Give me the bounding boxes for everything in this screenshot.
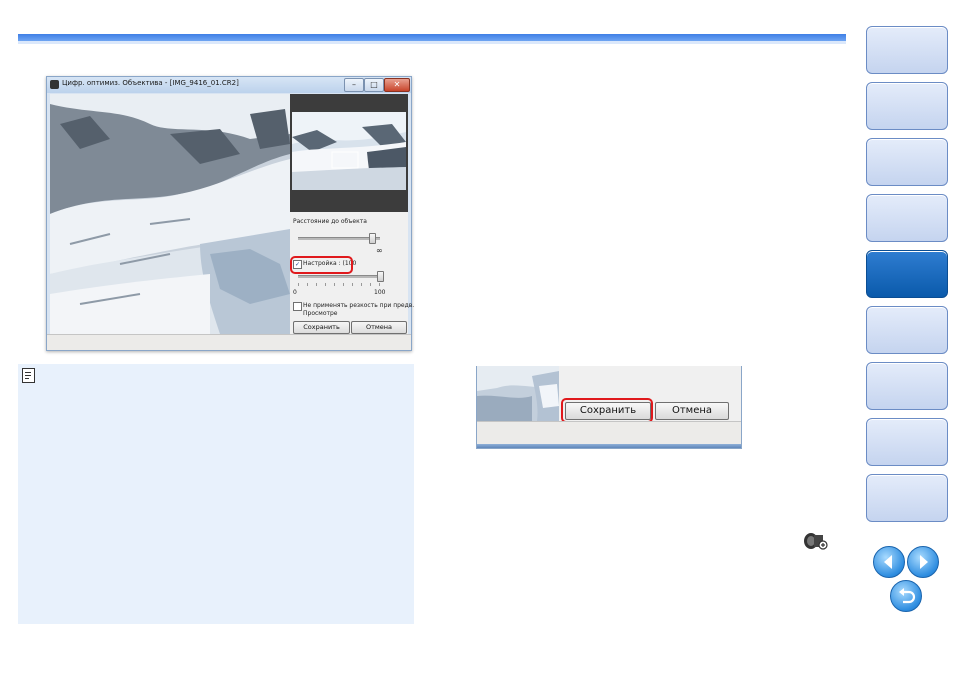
nav-tab-3[interactable] bbox=[866, 138, 948, 186]
adjust-slider-ticks bbox=[298, 283, 380, 286]
next-page-icon[interactable] bbox=[907, 546, 939, 578]
settings-panel: Расстояние до объекта ∞ ✓ Настройка : (1… bbox=[290, 94, 414, 334]
nav-tab-9[interactable] bbox=[866, 474, 948, 522]
cancel-button[interactable]: Отмена bbox=[351, 321, 407, 334]
dialog-titlebar: Цифр. оптимиз. Объектива - [IMG_9416_01.… bbox=[47, 77, 411, 93]
prev-page-icon[interactable] bbox=[873, 546, 905, 578]
nav-tab-7[interactable] bbox=[866, 362, 948, 410]
nav-tab-8[interactable] bbox=[866, 418, 948, 466]
buttons-closeup: Сохранить Отмена bbox=[476, 366, 742, 449]
dialog-title: Цифр. оптимиз. Объектива - [IMG_9416_01.… bbox=[62, 79, 239, 87]
nav-tab-2[interactable] bbox=[866, 82, 948, 130]
no-sharpness-label-2: Просмотре bbox=[303, 310, 338, 317]
nav-tab-5[interactable] bbox=[866, 250, 948, 298]
save-button[interactable]: Сохранить bbox=[293, 321, 350, 334]
closeup-cancel-button[interactable]: Отмена bbox=[655, 402, 729, 420]
glacier-preview-image[interactable] bbox=[50, 94, 290, 334]
adjust-highlight bbox=[290, 256, 353, 274]
closeup-statusbar bbox=[477, 421, 741, 444]
adjust-slider-track[interactable] bbox=[298, 275, 380, 278]
range-max: 100 bbox=[374, 289, 386, 296]
closeup-image bbox=[477, 366, 559, 421]
adjust-slider-thumb[interactable] bbox=[377, 271, 384, 282]
closeup-window-edge bbox=[477, 444, 741, 448]
distance-slider-thumb[interactable] bbox=[368, 233, 376, 244]
navigator-frame bbox=[290, 94, 408, 212]
navigator-thumbnail[interactable] bbox=[292, 112, 406, 190]
distance-infinity: ∞ bbox=[376, 246, 383, 255]
save-highlight bbox=[561, 398, 653, 423]
note-box bbox=[18, 364, 414, 624]
nav-tab-4[interactable] bbox=[866, 194, 948, 242]
lens-icon bbox=[802, 530, 830, 556]
range-min: 0 bbox=[293, 289, 297, 296]
no-sharpness-checkbox[interactable] bbox=[293, 302, 302, 311]
no-sharpness-label: Не применять резкость при предв. bbox=[303, 302, 415, 309]
distance-slider-track[interactable] bbox=[298, 237, 380, 240]
dialog-statusbar bbox=[47, 334, 411, 350]
maximize-button[interactable]: □ bbox=[364, 78, 384, 92]
close-button[interactable]: ✕ bbox=[384, 78, 410, 92]
camera-app-icon bbox=[50, 80, 59, 89]
distance-label: Расстояние до объекта bbox=[293, 218, 367, 225]
nav-tab-6[interactable] bbox=[866, 306, 948, 354]
nav-tab-1[interactable] bbox=[866, 26, 948, 74]
header-rule-light bbox=[18, 41, 846, 44]
minimize-button[interactable]: – bbox=[344, 78, 364, 92]
lens-optimizer-dialog: Цифр. оптимиз. Объектива - [IMG_9416_01.… bbox=[46, 76, 414, 351]
header-rule bbox=[18, 34, 846, 41]
memo-icon bbox=[22, 368, 35, 383]
back-icon[interactable] bbox=[890, 580, 922, 612]
